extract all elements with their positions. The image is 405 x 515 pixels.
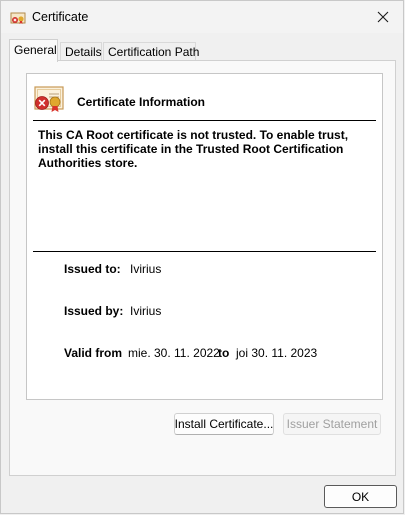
issued-to-label: Issued to: [64, 262, 121, 276]
valid-to-value: joi 30. 11. 2023 [236, 346, 318, 360]
close-button[interactable] [363, 1, 403, 33]
install-certificate-button[interactable]: Install Certificate... [174, 413, 274, 435]
valid-to-label: to [218, 346, 230, 360]
issuer-statement-button[interactable]: Issuer Statement [283, 413, 381, 435]
close-icon [377, 11, 389, 23]
issued-by-value: Ivirius [130, 304, 162, 318]
certificate-dialog: Certificate General Details Certificatio… [0, 0, 404, 514]
tab-certification-path[interactable]: Certification Path [103, 42, 199, 60]
issued-by-label: Issued by: [64, 304, 124, 318]
certificate-icon [10, 12, 26, 24]
issued-to-value: Ivirius [130, 262, 162, 276]
valid-from-label: Valid from [64, 346, 123, 360]
tab-general[interactable]: General [9, 39, 58, 62]
ok-button[interactable]: OK [324, 485, 397, 508]
valid-from-value: mie. 30. 11. 2022 [128, 346, 220, 360]
certificate-info-heading: Certificate Information [77, 95, 206, 109]
tab-details[interactable]: Details [60, 42, 102, 60]
details-divider [33, 251, 376, 252]
heading-divider [33, 120, 376, 121]
title-bar: Certificate [1, 1, 403, 33]
trust-warning-text: This CA Root certificate is not trusted.… [38, 128, 349, 170]
certificate-error-icon [34, 86, 64, 112]
window-title: Certificate [32, 10, 89, 24]
general-tab-panel: Certificate Information This CA Root cer… [9, 60, 396, 476]
certificate-info-box: Certificate Information This CA Root cer… [26, 73, 383, 400]
